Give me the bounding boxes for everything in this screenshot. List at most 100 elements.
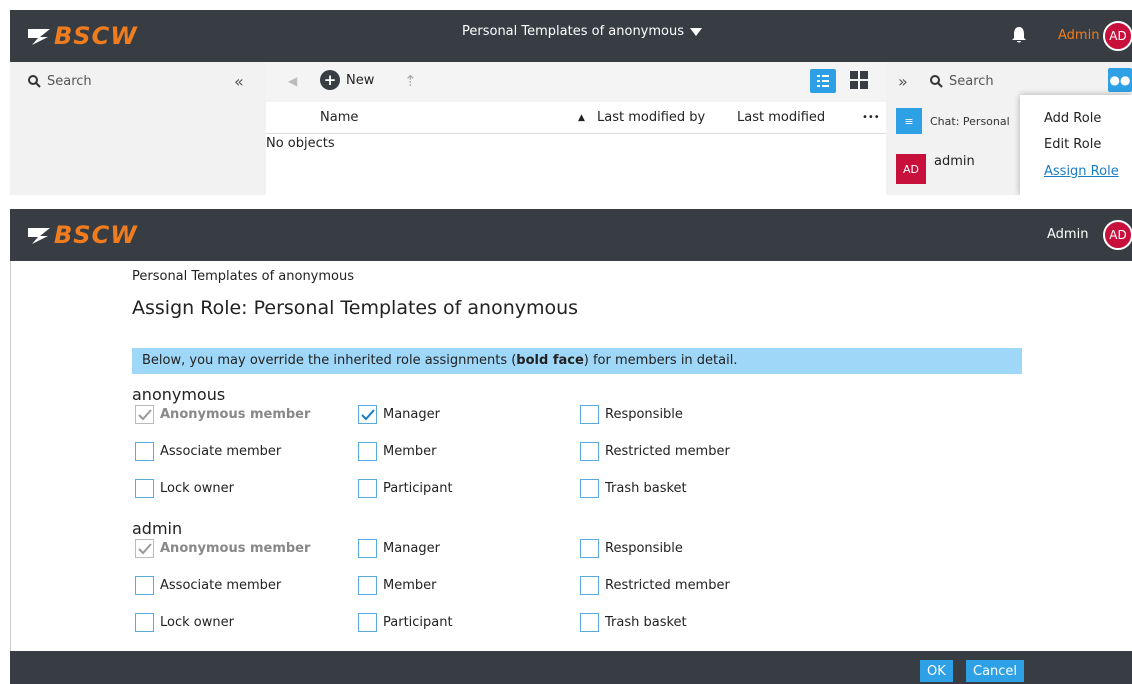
role-label: Participant xyxy=(383,481,453,496)
checkbox-box[interactable] xyxy=(135,479,154,498)
checkbox-box[interactable] xyxy=(580,405,599,424)
checkbox-box[interactable] xyxy=(135,442,154,461)
role-checkbox[interactable]: Responsible xyxy=(580,405,683,424)
role-checkbox: Anonymous member xyxy=(135,405,310,424)
avatar-initials: AD xyxy=(1109,29,1127,43)
role-label: Member xyxy=(383,444,437,459)
checkbox-box[interactable] xyxy=(358,613,377,632)
role-checkbox[interactable]: Restricted member xyxy=(580,576,730,595)
plus-icon: + xyxy=(320,70,340,90)
role-checkbox[interactable]: Lock owner xyxy=(135,479,234,498)
role-checkbox[interactable]: Member xyxy=(358,442,436,461)
checkbox-box[interactable] xyxy=(580,539,599,558)
folder-title-dropdown[interactable]: Personal Templates of anonymous xyxy=(462,24,703,39)
search-icon xyxy=(930,75,943,88)
expand-sidebar-icon[interactable]: » xyxy=(898,72,908,91)
checkbox-box[interactable] xyxy=(135,576,154,595)
column-headers: Name ▲ Last modified by Last modified ••… xyxy=(266,102,886,134)
menu-assign-role[interactable]: Assign Role xyxy=(1044,164,1119,179)
collapse-sidebar-icon[interactable]: « xyxy=(234,72,244,91)
role-checkbox[interactable]: Restricted member xyxy=(580,442,730,461)
role-checkbox[interactable]: Associate member xyxy=(135,442,281,461)
role-checkbox[interactable]: Member xyxy=(358,576,436,595)
checkbox-box[interactable] xyxy=(358,442,377,461)
chat-item[interactable]: ≡ Chat: Personal xyxy=(896,108,1010,134)
cancel-button[interactable]: Cancel xyxy=(966,660,1025,682)
form-footer: OK Cancel xyxy=(10,651,1132,684)
col-name[interactable]: Name xyxy=(320,110,358,125)
top-header: BSCW Personal Templates of anonymous Adm… xyxy=(10,10,1132,62)
user-menu[interactable]: Admin xyxy=(1058,28,1099,43)
checkbox-box[interactable] xyxy=(580,613,599,632)
role-checkbox[interactable]: Associate member xyxy=(135,576,281,595)
left-search[interactable]: Search xyxy=(28,74,92,89)
list-view-icon[interactable] xyxy=(810,69,836,93)
role-context-menu: Add Role Edit Role Assign Role xyxy=(1020,95,1132,195)
bell-icon[interactable] xyxy=(1011,26,1027,44)
role-checkbox[interactable]: Manager xyxy=(358,405,440,424)
more-columns-icon[interactable]: ••• xyxy=(862,112,880,123)
sort-asc-icon[interactable]: ▲ xyxy=(578,113,585,123)
assign-role-form: Personal Templates of anonymous Assign R… xyxy=(10,261,1132,651)
checkbox-box[interactable] xyxy=(580,576,599,595)
role-label: Anonymous member xyxy=(160,407,311,422)
user-menu[interactable]: Admin xyxy=(1047,227,1088,242)
bscw-logo[interactable]: BSCW xyxy=(26,221,138,249)
checkbox-box[interactable] xyxy=(135,613,154,632)
bscw-logo[interactable]: BSCW xyxy=(26,22,138,50)
avatar-initials: AD xyxy=(1109,228,1127,242)
info-text-pre: Below, you may override the inherited ro… xyxy=(142,353,517,368)
role-checkbox[interactable]: Participant xyxy=(358,479,453,498)
upload-icon[interactable]: ⇡ xyxy=(404,72,417,90)
info-text-bold: bold face xyxy=(516,353,584,368)
menu-edit-role[interactable]: Edit Role xyxy=(1044,137,1101,152)
group-name: admin xyxy=(132,519,183,538)
menu-add-role[interactable]: Add Role xyxy=(1044,111,1101,126)
role-label: Restricted member xyxy=(605,578,730,593)
role-label: Responsible xyxy=(605,407,683,422)
logo-text: BSCW xyxy=(54,221,138,249)
role-label: Associate member xyxy=(160,578,282,593)
role-checkbox[interactable]: Trash basket xyxy=(580,479,687,498)
right-search[interactable]: Search xyxy=(930,74,994,89)
new-button[interactable]: + New xyxy=(320,70,374,90)
avatar[interactable]: AD xyxy=(1103,21,1132,51)
checkmark-icon xyxy=(135,539,154,558)
checkmark-icon xyxy=(135,405,154,424)
member-item[interactable]: AD admin xyxy=(896,154,975,184)
role-label: Member xyxy=(383,578,437,593)
bscw-logo-icon xyxy=(28,29,50,45)
role-label: Lock owner xyxy=(160,481,234,496)
breadcrumb[interactable]: Personal Templates of anonymous xyxy=(132,269,354,284)
col-last-modified-by[interactable]: Last modified by xyxy=(597,110,705,125)
role-checkbox[interactable]: Trash basket xyxy=(580,613,687,632)
avatar[interactable]: AD xyxy=(1103,220,1132,250)
search-placeholder: Search xyxy=(949,74,994,89)
members-icon[interactable]: ●● xyxy=(1108,68,1132,92)
bscw-logo-icon xyxy=(28,228,50,244)
role-label: Lock owner xyxy=(160,615,234,630)
page-title: Assign Role: Personal Templates of anony… xyxy=(132,297,579,319)
checkbox-box[interactable] xyxy=(358,479,377,498)
page-header: BSCW Admin AD xyxy=(10,209,1132,261)
role-checkbox[interactable]: Responsible xyxy=(580,539,683,558)
role-checkbox[interactable]: Participant xyxy=(358,613,453,632)
back-icon[interactable]: ◀ xyxy=(288,74,297,88)
ok-button[interactable]: OK xyxy=(920,660,953,682)
member-avatar: AD xyxy=(896,154,926,184)
role-checkbox[interactable]: Lock owner xyxy=(135,613,234,632)
top-panel: BSCW Personal Templates of anonymous Adm… xyxy=(0,0,1132,195)
toolbar: ◀ + New ⇡ xyxy=(266,62,886,102)
grid-view-icon[interactable] xyxy=(850,71,868,89)
col-last-modified[interactable]: Last modified xyxy=(737,110,825,125)
left-sidebar: Search « xyxy=(10,62,266,195)
role-label: Associate member xyxy=(160,444,282,459)
checkbox-box[interactable] xyxy=(358,576,377,595)
checkbox-box[interactable] xyxy=(358,539,377,558)
checkbox-box[interactable] xyxy=(580,479,599,498)
role-label: Trash basket xyxy=(605,615,687,630)
checkmark-icon[interactable] xyxy=(358,405,377,424)
logo-text: BSCW xyxy=(54,22,138,50)
checkbox-box[interactable] xyxy=(580,442,599,461)
role-checkbox[interactable]: Manager xyxy=(358,539,440,558)
